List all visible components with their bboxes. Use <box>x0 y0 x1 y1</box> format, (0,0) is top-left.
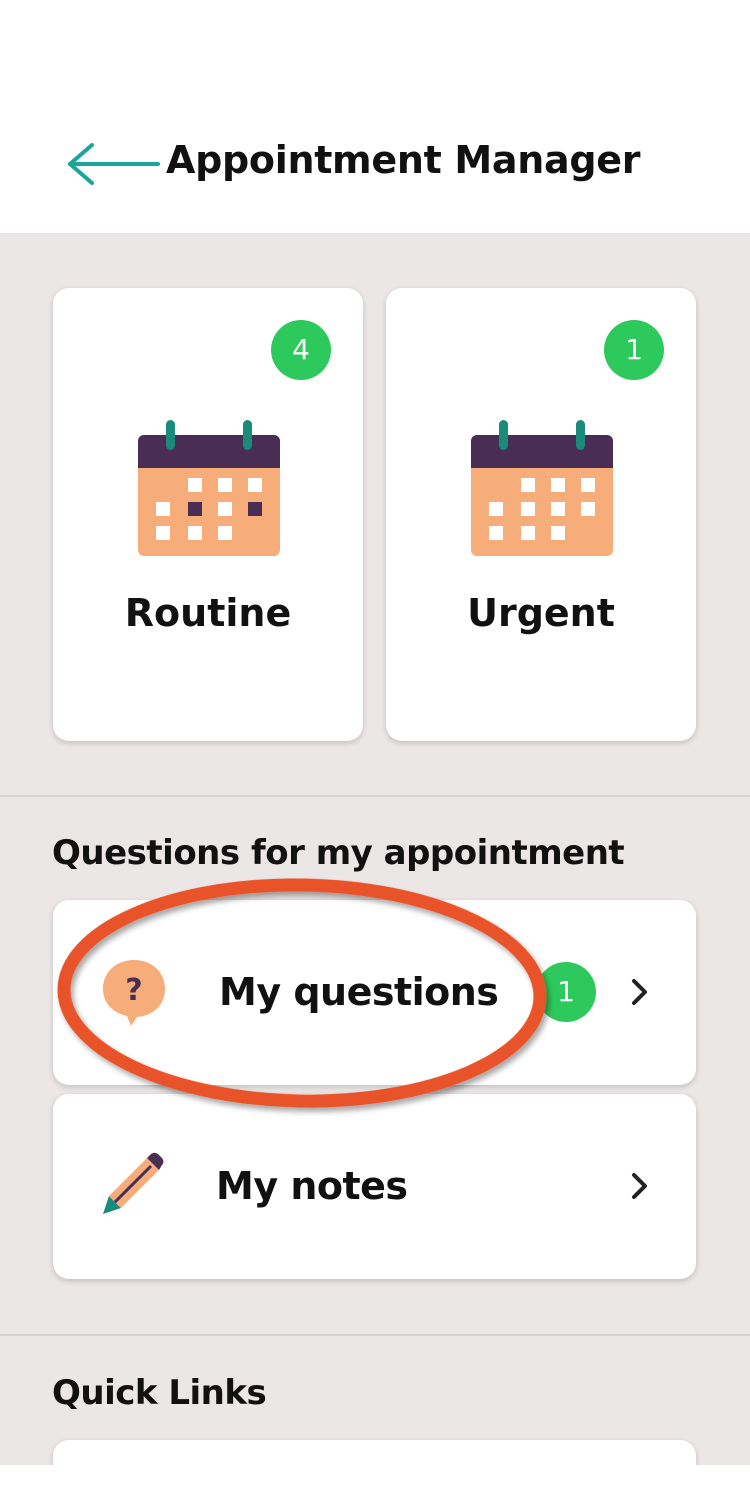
screen: Appointment Manager 4 Routine 1 Urgent Q… <box>0 0 750 1500</box>
bottom-bar <box>0 1465 750 1500</box>
my-notes-label: My notes <box>216 1164 408 1208</box>
routine-label: Routine <box>124 591 292 635</box>
quick-links-heading: Quick Links <box>52 1373 267 1413</box>
section-divider <box>0 1334 750 1336</box>
questions-count-badge: 1 <box>536 962 596 1022</box>
urgent-appointments-card[interactable]: 1 Urgent <box>386 288 696 741</box>
urgent-label: Urgent <box>467 591 615 635</box>
question-bubble-icon: ? <box>103 960 165 1026</box>
pencil-icon <box>103 1152 164 1214</box>
svg-text:?: ? <box>125 973 142 1008</box>
calendar-icon <box>138 420 280 556</box>
questions-section-heading: Questions for my appointment <box>52 833 625 873</box>
calendar-icon <box>471 420 613 556</box>
routine-count-badge: 4 <box>271 320 331 380</box>
page-title: Appointment Manager <box>166 138 641 182</box>
my-questions-label: My questions <box>219 970 499 1014</box>
section-divider <box>0 795 750 797</box>
chevron-right-icon <box>632 979 647 1005</box>
app-header: Appointment Manager <box>0 0 750 233</box>
urgent-count-badge: 1 <box>604 320 664 380</box>
main-content: 4 Routine 1 Urgent Questions for my appo… <box>0 233 750 1500</box>
chevron-right-icon <box>632 1173 647 1199</box>
back-button[interactable] <box>62 140 162 188</box>
arrow-left-icon <box>68 143 160 185</box>
routine-appointments-card[interactable]: 4 Routine <box>53 288 363 741</box>
my-notes-row[interactable]: My notes <box>53 1094 696 1279</box>
my-questions-row[interactable]: ? My questions 1 <box>53 900 696 1085</box>
